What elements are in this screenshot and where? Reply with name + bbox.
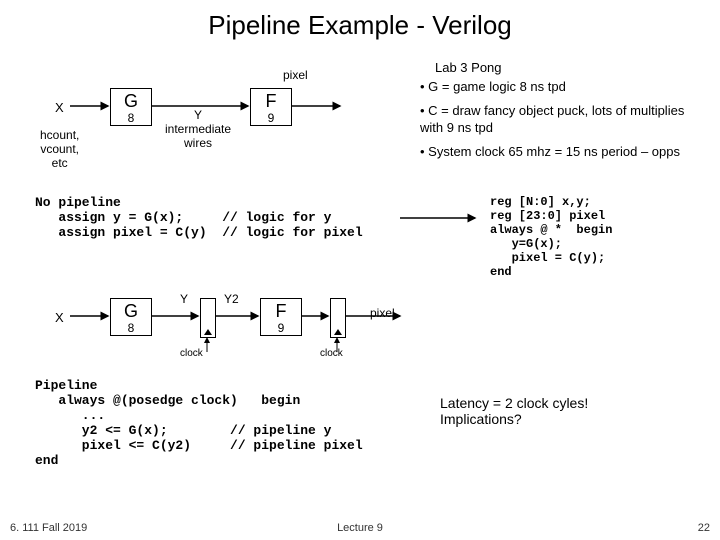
footer-right: 22: [698, 522, 710, 534]
code-pipeline: Pipeline always @(posedge clock) begin .…: [35, 378, 363, 468]
footer-center: Lecture 9: [0, 522, 720, 534]
latency-note: Latency = 2 clock cyles! Implications?: [440, 395, 588, 427]
d2-arrows: [0, 0, 720, 400]
